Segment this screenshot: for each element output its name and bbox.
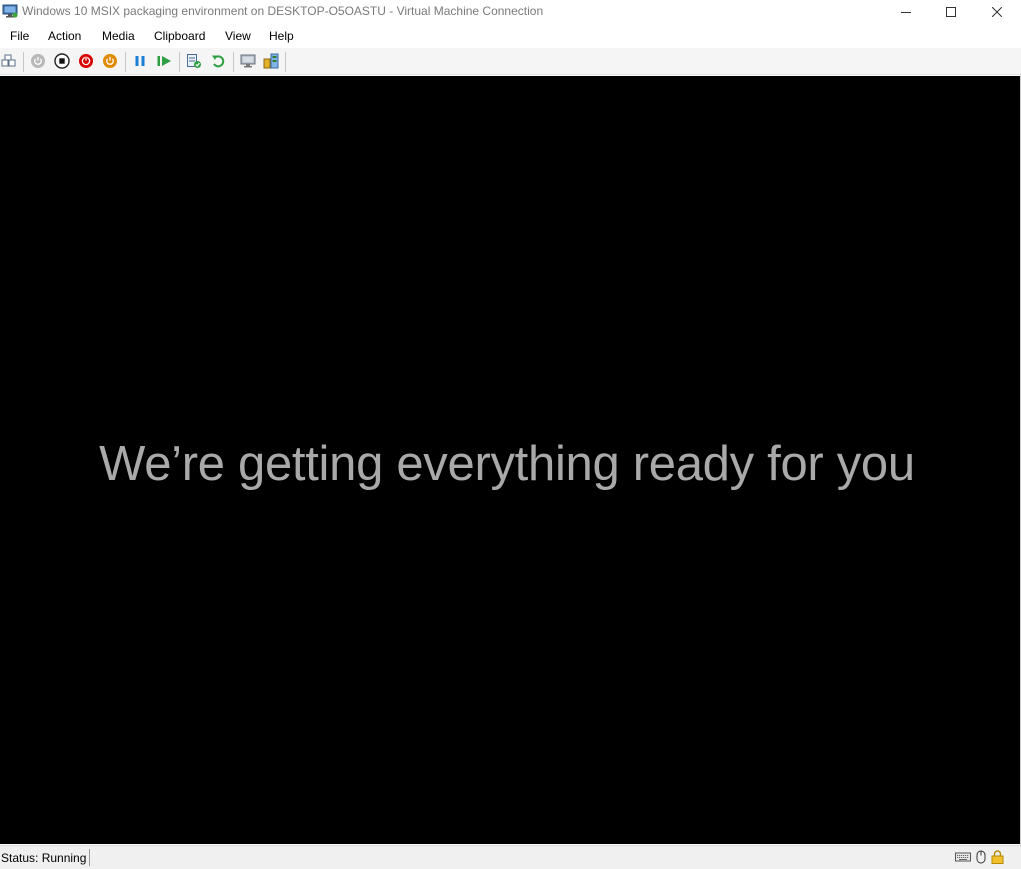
toolbar xyxy=(0,48,1021,75)
reset-icon xyxy=(157,56,171,66)
vm-display[interactable]: We’re getting everything ready for you xyxy=(0,76,1020,844)
start-icon xyxy=(31,54,45,68)
close-icon xyxy=(992,7,1002,17)
window-title: Windows 10 MSIX packaging environment on… xyxy=(22,4,544,18)
minimize-button[interactable] xyxy=(883,0,929,24)
turn-off-icon xyxy=(54,53,70,69)
toolbar-separator xyxy=(285,52,286,72)
menu-view[interactable]: View xyxy=(225,29,251,43)
checkpoint-button[interactable] xyxy=(186,53,202,69)
share-button[interactable] xyxy=(263,53,279,69)
menu-media[interactable]: Media xyxy=(102,29,135,43)
menu-action[interactable]: Action xyxy=(48,29,81,43)
save-button[interactable] xyxy=(102,53,118,69)
keyboard-icon xyxy=(955,850,971,864)
menu-file[interactable]: File xyxy=(10,29,29,43)
lock-icon xyxy=(991,850,1004,864)
save-icon xyxy=(103,54,117,68)
turn-off-button[interactable] xyxy=(54,53,70,69)
toolbar-separator xyxy=(179,52,180,72)
maximize-button[interactable] xyxy=(928,0,974,24)
status-bar: Status: Running xyxy=(0,845,1021,869)
revert-button[interactable] xyxy=(210,53,226,69)
menu-bar: File Action Media Clipboard View Help xyxy=(0,24,1021,48)
enhanced-session-icon xyxy=(240,54,256,68)
toolbar-separator xyxy=(233,52,234,72)
toolbar-separator xyxy=(23,52,24,72)
maximize-icon xyxy=(946,7,956,17)
reset-button[interactable] xyxy=(156,53,172,69)
menu-help[interactable]: Help xyxy=(269,29,294,43)
pause-icon xyxy=(135,56,145,66)
shut-down-icon xyxy=(79,54,93,68)
enhanced-session-button[interactable] xyxy=(240,53,256,69)
revert-icon xyxy=(212,55,225,68)
ctrl-alt-del-button[interactable] xyxy=(1,53,17,69)
toolbar-separator xyxy=(125,52,126,72)
status-text: Status: Running xyxy=(1,851,87,865)
pause-button[interactable] xyxy=(132,53,148,69)
title-bar[interactable]: Windows 10 MSIX packaging environment on… xyxy=(0,0,1021,24)
shut-down-button[interactable] xyxy=(78,53,94,69)
vm-connection-app-icon xyxy=(2,3,18,19)
status-separator xyxy=(89,849,90,866)
checkpoint-icon xyxy=(187,54,201,68)
share-icon xyxy=(263,53,279,69)
menu-clipboard[interactable]: Clipboard xyxy=(154,29,205,43)
minimize-icon xyxy=(901,12,911,13)
setup-message: We’re getting everything ready for you xyxy=(99,437,915,491)
start-button[interactable] xyxy=(30,53,46,69)
close-button[interactable] xyxy=(974,0,1020,24)
mouse-icon xyxy=(976,850,986,864)
vm-connection-window: Windows 10 MSIX packaging environment on… xyxy=(0,0,1021,869)
ctrl-alt-del-icon xyxy=(1,54,16,67)
